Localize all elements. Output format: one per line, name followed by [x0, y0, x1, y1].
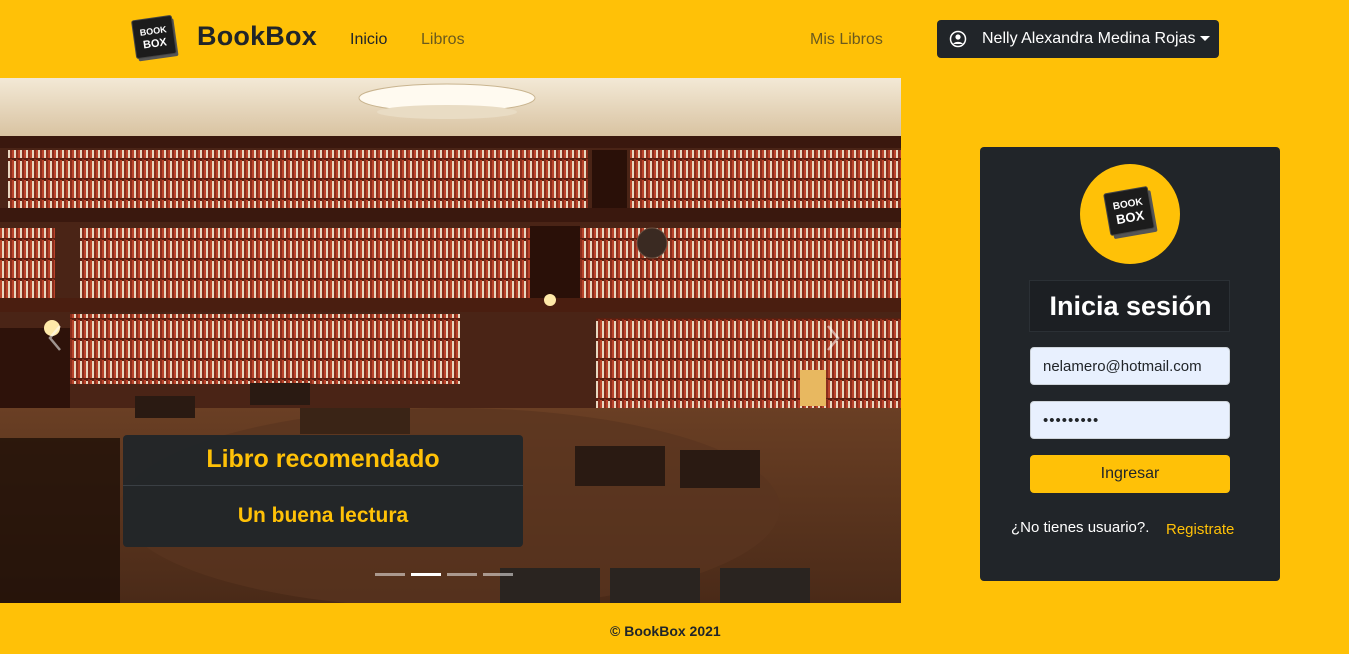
carousel-indicator-4[interactable]	[483, 573, 513, 576]
caption-divider	[123, 485, 523, 486]
carousel-indicator-3[interactable]	[447, 573, 477, 576]
no-user-text: ¿No tienes usuario?.	[1011, 519, 1150, 536]
bookbox-logo-icon[interactable]: BOOK BOX	[130, 15, 180, 63]
login-title: Inicia sesión	[1049, 291, 1212, 321]
login-card: BOOK BOX Inicia sesión Ingresar ¿No tien…	[980, 147, 1280, 581]
chevron-right-icon	[827, 325, 840, 351]
caption-title: Libro recomendado	[206, 445, 440, 473]
user-circle-icon	[949, 30, 967, 48]
carousel-caption: Libro recomendado Un buena lectura	[123, 435, 523, 547]
navbar: BOOK BOX BookBox Inicio Libros Mis Libro…	[0, 0, 1349, 78]
user-dropdown-button[interactable]: Nelly Alexandra Medina Rojas	[937, 20, 1219, 58]
footer-text: © BookBox 2021	[610, 623, 721, 639]
carousel-indicator-2[interactable]	[411, 573, 441, 576]
bookbox-logo-icon: BOOK BOX	[1103, 186, 1158, 239]
carousel: Libro recomendado Un buena lectura	[0, 78, 901, 603]
nav-link-libros[interactable]: Libros	[421, 31, 465, 49]
nav-link-mis-libros[interactable]: Mis Libros	[810, 31, 883, 49]
carousel-prev-button[interactable]	[40, 318, 70, 358]
caption-subtitle: Un buena lectura	[237, 504, 409, 527]
carousel-indicator-1[interactable]	[375, 573, 405, 576]
login-logo-badge: BOOK BOX	[1080, 164, 1180, 264]
nav-link-inicio[interactable]: Inicio	[350, 31, 387, 49]
chevron-down-icon	[1200, 35, 1211, 41]
login-submit-button[interactable]: Ingresar	[1030, 455, 1230, 493]
chevron-left-icon	[48, 325, 61, 351]
user-name: Nelly Alexandra Medina Rojas	[982, 30, 1196, 47]
carousel-next-button[interactable]	[818, 318, 848, 358]
register-link[interactable]: Registrate	[1166, 521, 1234, 538]
password-field[interactable]	[1030, 401, 1230, 439]
brand-name[interactable]: BookBox	[197, 21, 317, 52]
login-title-box: Inicia sesión	[1029, 280, 1230, 332]
email-field[interactable]	[1030, 347, 1230, 385]
